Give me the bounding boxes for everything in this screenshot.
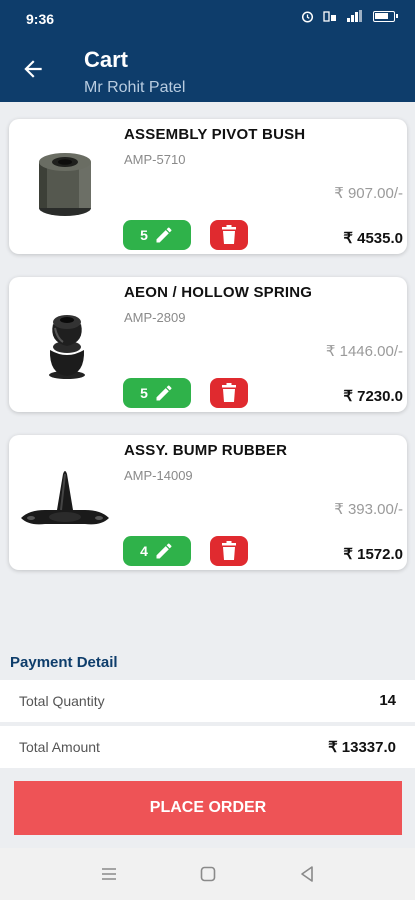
place-order-button[interactable]: PLACE ORDER [14,781,402,835]
home-icon[interactable] [198,864,218,884]
quantity-value: 5 [140,227,148,243]
total-quantity-label: Total Quantity [19,693,105,709]
item-total: ₹ 7230.0 [343,388,403,405]
unit-price: ₹ 1446.00/- [325,343,403,360]
status-icons [301,10,398,23]
pivot-bush-image [39,153,91,216]
pencil-icon [156,543,172,559]
cart-item-card: ASSEMBLY PIVOT BUSH AMP-5710 ₹ 907.00/- … [9,119,407,254]
product-name: AEON / HOLLOW SPRING [124,284,313,301]
total-quantity-value: 14 [379,692,396,709]
pencil-icon [156,227,172,243]
edit-quantity-button[interactable]: 4 [123,536,191,566]
system-nav-bar [0,848,415,900]
delete-item-button[interactable] [210,220,248,250]
unit-price: ₹ 907.00/- [334,185,403,202]
product-code: AMP-2809 [124,310,186,325]
bump-rubber-image [21,471,109,525]
total-amount-value: ₹ 13337.0 [328,739,396,756]
trash-icon [222,225,236,244]
back-arrow-icon[interactable] [20,56,46,82]
total-amount-label: Total Amount [19,739,100,755]
pencil-icon [156,385,172,401]
unit-price: ₹ 393.00/- [334,501,403,518]
status-time: 9:36 [26,11,55,27]
total-quantity-row: Total Quantity 14 [0,680,415,722]
delete-item-button[interactable] [210,536,248,566]
app-bar: Cart Mr Rohit Patel [0,36,415,102]
signal-icon [347,10,362,22]
product-name: ASSEMBLY PIVOT BUSH [124,126,306,143]
back-nav-icon[interactable] [297,864,317,884]
recent-apps-icon[interactable] [99,864,119,884]
customer-name: Mr Rohit Patel [84,79,186,96]
item-total: ₹ 1572.0 [343,546,403,563]
quantity-value: 5 [140,385,148,401]
trash-icon [222,541,236,560]
product-name: ASSY. BUMP RUBBER [124,442,288,459]
product-code: AMP-14009 [124,468,193,483]
delete-item-button[interactable] [210,378,248,408]
status-bar: 9:36 [0,0,415,36]
total-amount-row: Total Amount ₹ 13337.0 [0,726,415,768]
hollow-spring-image [49,315,85,379]
battery-icon [373,11,398,22]
product-code: AMP-5710 [124,152,186,167]
trash-icon [222,383,236,402]
quantity-value: 4 [140,543,148,559]
item-total: ₹ 4535.0 [343,230,403,247]
edit-quantity-button[interactable]: 5 [123,220,191,250]
cart-item-card: AEON / HOLLOW SPRING AMP-2809 ₹ 1446.00/… [9,277,407,412]
payment-detail-heading: Payment Detail [10,654,118,671]
page-title: Cart [84,47,129,72]
cart-item-card: ASSY. BUMP RUBBER AMP-14009 ₹ 393.00/- 4… [9,435,407,570]
alarm-icon [301,11,314,23]
volte-icon [323,11,336,22]
edit-quantity-button[interactable]: 5 [123,378,191,408]
